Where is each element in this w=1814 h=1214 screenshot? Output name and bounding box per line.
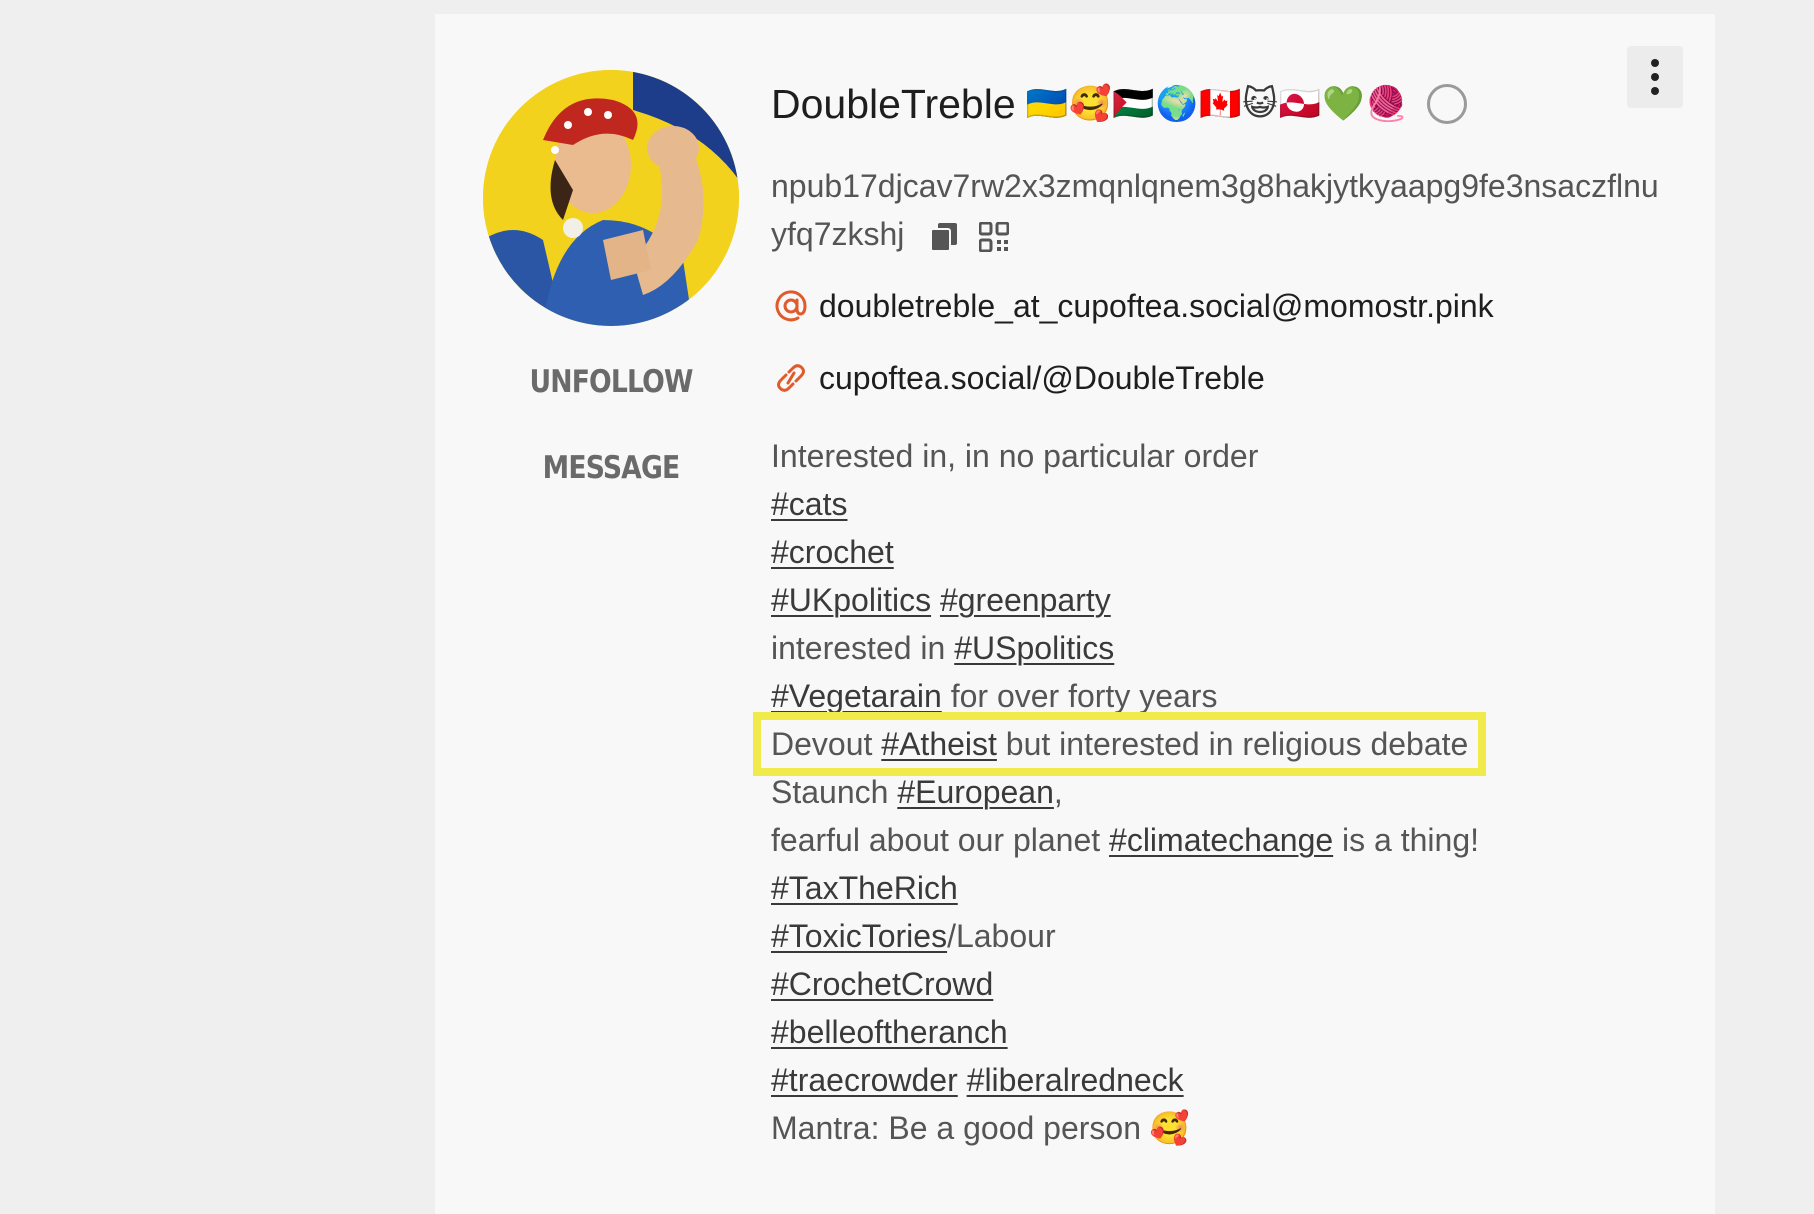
bio-line: Staunch #European, <box>771 774 1063 810</box>
highlight-box: Devout #Atheist but interested in religi… <box>752 712 1487 776</box>
unfollow-button[interactable]: UNFOLLOW <box>501 364 721 400</box>
profile-details: DoubleTreble 🇺🇦🥰🇵🇸🌍🇨🇦😺🇬🇱💚🧶 npub17djcav7r… <box>752 60 1671 1152</box>
bio-line: #traecrowder #liberalredneck <box>771 1056 1671 1104</box>
copy-icon[interactable] <box>929 221 959 253</box>
bio-line: #UKpolitics #greenparty <box>771 576 1671 624</box>
hashtag-link[interactable]: #UKpolitics <box>771 582 931 618</box>
link-icon <box>771 358 811 398</box>
hashtag-link[interactable]: #belleoftheranch <box>771 1014 1008 1050</box>
bio-line-highlighted: Devout #Atheist but interested in religi… <box>752 712 1671 776</box>
bio-line: interested in #USpolitics <box>771 630 1115 666</box>
bio-line: fearful about our planet #climatechange … <box>771 822 1480 858</box>
hashtag-link[interactable]: #USpolitics <box>954 630 1114 666</box>
nip05-address[interactable]: doubletreble_at_cupoftea.social@momostr.… <box>819 288 1494 325</box>
hashtag-link[interactable]: #ToxicTories <box>771 918 947 954</box>
bio-line: #cats <box>771 480 1671 528</box>
hashtag-link[interactable]: #CrochetCrowd <box>771 966 993 1002</box>
name-row: DoubleTreble 🇺🇦🥰🇵🇸🌍🇨🇦😺🇬🇱💚🧶 <box>771 60 1671 148</box>
bio-line: #TaxTheRich <box>771 864 1671 912</box>
hashtag-link[interactable]: #TaxTheRich <box>771 870 958 906</box>
bio-line: Interested in, in no particular order <box>771 438 1259 474</box>
website-row: cupoftea.social/@DoubleTreble <box>771 354 1671 402</box>
hashtag-link[interactable]: #climatechange <box>1109 822 1333 858</box>
bio-line: #crochet <box>771 528 1671 576</box>
hashtag-link[interactable]: #crochet <box>771 534 894 570</box>
hashtag-link[interactable]: #cats <box>771 486 847 522</box>
status-circle-icon[interactable] <box>1426 84 1467 124</box>
bio-line: #ToxicTories/Labour <box>771 918 1056 954</box>
smiling-hearts-emoji: 🥰 <box>1149 1110 1190 1146</box>
display-name: DoubleTreble <box>771 80 1016 127</box>
npub-text: npub17djcav7rw2x3zmqnlqnem3g8hakjytkyaap… <box>771 168 1659 252</box>
profile-card: UNFOLLOW MESSAGE DoubleTreble 🇺🇦🥰🇵🇸🌍🇨🇦😺🇬… <box>435 14 1715 1214</box>
hashtag-link[interactable]: #European <box>897 774 1054 810</box>
nip05-row: doubletreble_at_cupoftea.social@momostr.… <box>771 282 1671 330</box>
avatar[interactable] <box>483 70 739 326</box>
npub-block: npub17djcav7rw2x3zmqnlqnem3g8hakjytkyaap… <box>771 162 1671 258</box>
website-link[interactable]: cupoftea.social/@DoubleTreble <box>819 360 1265 397</box>
hashtag-link[interactable]: #liberalredneck <box>967 1062 1184 1098</box>
bio-line: #belleoftheranch <box>771 1008 1671 1056</box>
bio-line: #CrochetCrowd <box>771 960 1671 1008</box>
bio: Interested in, in no particular order #c… <box>752 432 1671 1152</box>
at-sign-icon <box>771 286 811 326</box>
avatar-image <box>483 70 739 326</box>
qr-code-icon[interactable] <box>979 221 1010 252</box>
hashtag-link[interactable]: #traecrowder <box>771 1062 958 1098</box>
hashtag-link[interactable]: #greenparty <box>940 582 1111 618</box>
bio-line: Mantra: Be a good person 🥰 <box>771 1110 1190 1146</box>
bio-line: #Vegetarain for over forty years <box>771 678 1218 714</box>
name-emojis: 🇺🇦🥰🇵🇸🌍🇨🇦😺🇬🇱💚🧶 <box>1025 84 1409 124</box>
message-button[interactable]: MESSAGE <box>501 450 721 486</box>
hashtag-link[interactable]: #Atheist <box>881 726 997 762</box>
hashtag-link[interactable]: #Vegetarain <box>771 678 942 714</box>
